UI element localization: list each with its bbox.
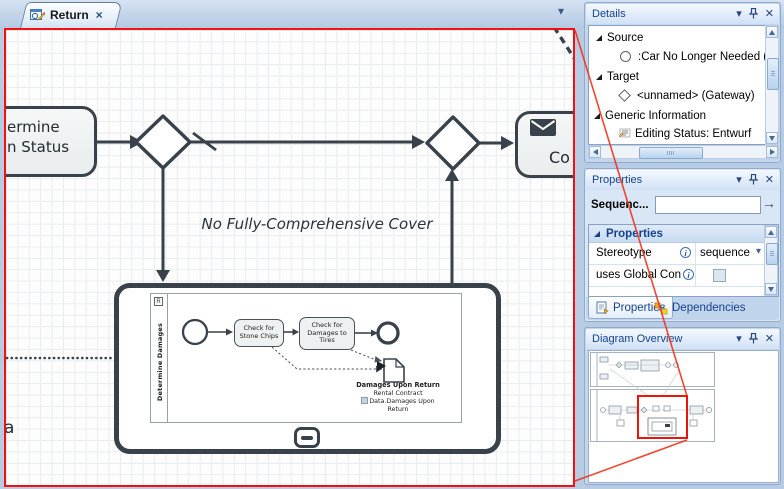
overview-thumbnail <box>590 352 716 442</box>
tree-item-source[interactable]: :Car No Longer Needed (E <box>620 51 775 66</box>
details-vscrollbar[interactable] <box>765 25 779 145</box>
tree-item-target[interactable]: <unnamed> (Gateway) <box>620 90 755 105</box>
subprocess-collapse-button[interactable] <box>294 427 320 448</box>
event-icon <box>620 51 631 62</box>
scroll-down-button[interactable] <box>766 132 778 144</box>
lane-label: Determine Damages <box>156 317 164 407</box>
application-window: { "tab": { "label": "Return", "close_gly… <box>0 0 784 489</box>
tree-item-editing-status[interactable]: Editing Status: Entwurf <box>618 128 751 143</box>
tab-return[interactable]: Return × <box>20 2 116 28</box>
overview-close-icon[interactable]: ✕ <box>765 332 774 345</box>
expander-icon[interactable] <box>596 35 602 41</box>
info-icon[interactable]: i <box>680 247 691 258</box>
properties-menu-icon[interactable]: ▾ <box>736 173 742 186</box>
scroll-up-button[interactable] <box>765 226 777 238</box>
properties-grid: Properties Stereotype i sequence ▾ uses … <box>588 224 779 297</box>
properties-close-icon[interactable]: ✕ <box>765 173 774 186</box>
tree-group-generic[interactable]: Generic Information <box>594 110 706 125</box>
diagram-pencil-icon <box>30 8 45 22</box>
editing-status-icon <box>618 128 631 138</box>
scroll-right-button[interactable] <box>766 146 778 158</box>
sequence-name-input[interactable] <box>655 196 761 214</box>
overview-pin-icon[interactable] <box>749 333 758 344</box>
task-determine-label: ermine n Status <box>7 117 69 157</box>
tree-group-source[interactable]: Source <box>596 32 643 47</box>
details-menu-icon[interactable]: ▾ <box>736 7 742 20</box>
task-confirm-label: Co <box>549 148 570 167</box>
flow-annotation: No Fully-Comprehensive Cover <box>171 215 463 233</box>
scroll-thumb[interactable] <box>767 58 779 90</box>
info-icon[interactable]: i <box>683 269 694 280</box>
overview-menu-icon[interactable]: ▾ <box>736 332 742 345</box>
expander-icon[interactable] <box>594 113 600 119</box>
chevron-down-icon: ▾ <box>756 246 761 257</box>
properties-pin-icon[interactable] <box>749 174 758 185</box>
expander-icon[interactable] <box>596 74 602 80</box>
task-confirm-message[interactable]: Co <box>515 111 575 178</box>
panel-tab-strip: Properties Dependencies <box>586 297 779 320</box>
grid-vscrollbar[interactable] <box>764 225 778 296</box>
gateway-1[interactable] <box>136 116 190 168</box>
gateway-icon <box>618 89 631 102</box>
task-check-damages-tires[interactable]: Check forDamages toTires <box>299 317 355 350</box>
default-flow-marker <box>193 133 216 150</box>
lane-marker: R <box>154 297 163 306</box>
sequence-name-label: Sequenc... <box>591 199 649 211</box>
task-check-stone-chips[interactable]: Check forStone Chips <box>234 319 284 347</box>
dashed-association-offcanvas <box>554 30 573 61</box>
details-pin-icon[interactable] <box>749 8 758 19</box>
lane-determine-damages: R Determine Damages <box>151 294 168 422</box>
properties-panel: Properties ▾ ✕ Sequenc... → Properties S… <box>584 168 781 322</box>
apply-arrow-button[interactable]: → <box>762 195 776 211</box>
uses-global-checkbox[interactable] <box>713 269 726 282</box>
tab-close-button[interactable]: × <box>96 8 103 22</box>
scroll-thumb[interactable] <box>766 243 778 265</box>
data-object-label: Damages Upon Return Rental Contract Data… <box>346 382 450 413</box>
details-hscrollbar[interactable] <box>588 145 779 159</box>
cutoff-label: a <box>4 418 14 438</box>
scroll-thumb[interactable] <box>639 147 703 159</box>
grid-section-header[interactable]: Properties <box>589 225 764 243</box>
grid-row-global-value <box>696 265 764 287</box>
stereotype-dropdown[interactable]: sequence ▾ <box>696 243 764 265</box>
details-panel: Details ▾ ✕ Source :Car No Longer Needed… <box>584 2 781 163</box>
grid-row-stereotype-label: Stereotype i <box>589 243 696 265</box>
dependencies-tab-icon <box>654 302 668 315</box>
tab-dependencies[interactable]: Dependencies <box>647 297 753 319</box>
diagram-canvas[interactable]: ermine n Status Co No Fully-Comprehensiv… <box>4 28 575 487</box>
scroll-down-button[interactable] <box>765 283 777 295</box>
scroll-left-button[interactable] <box>589 146 601 158</box>
tab-label: Return <box>50 8 89 22</box>
tab-overflow-dropdown[interactable]: ▾ <box>558 4 564 18</box>
data-type-icon <box>361 397 368 404</box>
details-close-icon[interactable]: ✕ <box>765 7 774 20</box>
scroll-up-button[interactable] <box>766 26 778 38</box>
envelope-icon <box>530 119 556 136</box>
tree-group-target[interactable]: Target <box>596 71 639 86</box>
overview-viewport-rect[interactable] <box>637 395 688 439</box>
details-tree: Source :Car No Longer Needed (E Target <… <box>588 25 779 145</box>
gateway-2[interactable] <box>427 117 479 169</box>
properties-tab-icon <box>596 301 609 314</box>
grid-row-global-label: uses Global Con i <box>589 265 696 287</box>
